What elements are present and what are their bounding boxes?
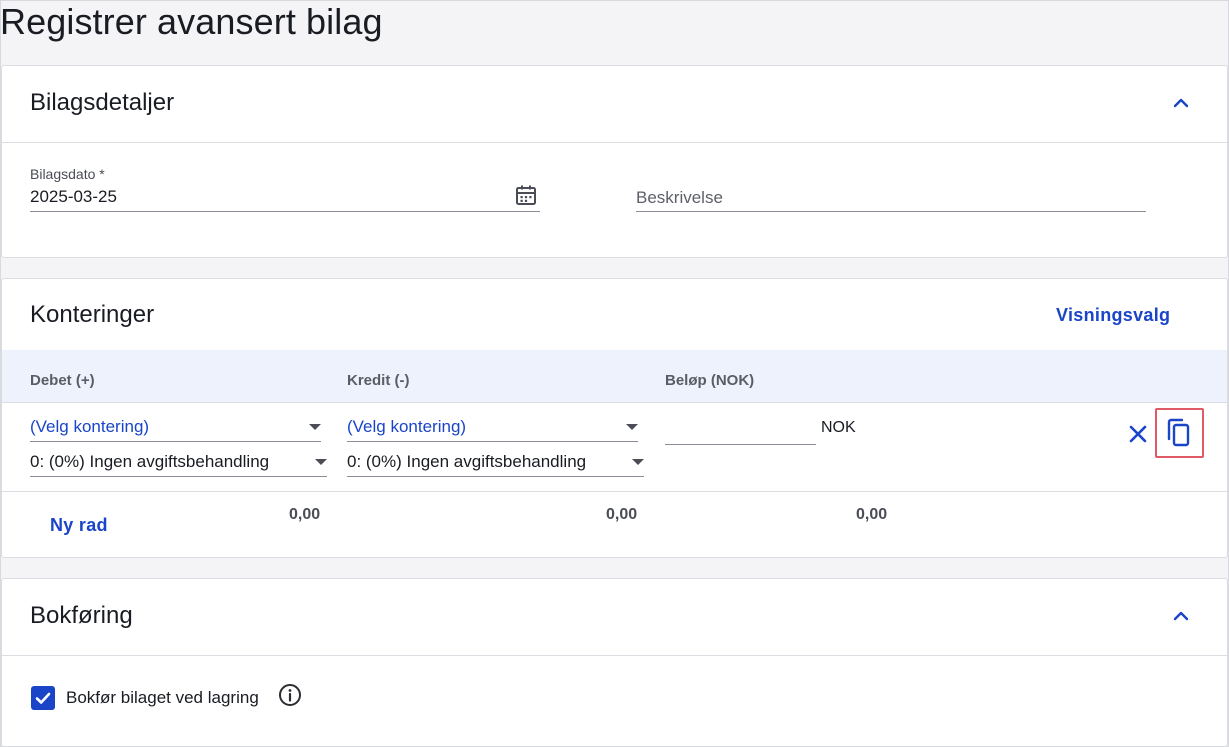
header-debet: Debet (+) — [30, 372, 95, 389]
checkmark-icon — [35, 692, 51, 704]
amount-input[interactable] — [665, 415, 816, 445]
new-row-button[interactable]: Ny rad — [50, 515, 108, 536]
close-icon[interactable] — [1127, 423, 1149, 445]
header-belop: Beløp (NOK) — [665, 372, 755, 389]
chevron-up-icon[interactable] — [1171, 93, 1191, 113]
bokforing-header[interactable]: Bokføring — [2, 579, 1227, 656]
debet-vat-select[interactable]: 0: (0%) Ingen avgiftsbehandling — [30, 447, 327, 477]
total-kredit: 0,00 — [606, 506, 638, 523]
bokforing-title: Bokføring — [30, 602, 133, 629]
debet-account-value: (Velg kontering) — [30, 417, 150, 436]
konteringer-title: Konteringer — [30, 301, 155, 328]
kredit-vat-select[interactable]: 0: (0%) Ingen avgiftsbehandling — [347, 447, 644, 477]
bokforing-section: Bokføring Bokfør bilaget ved lagring — [1, 578, 1228, 747]
page-title: Registrer avansert bilag — [0, 1, 383, 42]
post-on-save-checkbox[interactable] — [31, 686, 55, 710]
chevron-up-icon[interactable] — [1171, 606, 1191, 626]
chevron-down-icon — [315, 459, 327, 465]
description-input[interactable]: Beskrivelse — [636, 188, 723, 208]
kredit-account-value: (Velg kontering) — [347, 417, 467, 436]
copy-icon[interactable] — [1165, 418, 1193, 448]
header-kredit: Kredit (-) — [347, 372, 410, 389]
total-debet: 0,00 — [289, 506, 321, 523]
info-icon[interactable] — [278, 683, 302, 707]
view-options-button[interactable]: Visningsvalg — [1056, 305, 1170, 326]
row-divider — [2, 491, 1227, 492]
konteringer-section: Konteringer Visningsvalg Debet (+) Kredi… — [1, 278, 1228, 558]
description-underline — [636, 211, 1146, 212]
details-header[interactable]: Bilagsdetaljer — [2, 66, 1227, 143]
kredit-vat-value: 0: (0%) Ingen avgiftsbehandling — [347, 452, 587, 471]
chevron-down-icon — [626, 424, 638, 430]
kredit-account-select[interactable]: (Velg kontering) — [347, 412, 638, 442]
details-title: Bilagsdetaljer — [30, 89, 175, 116]
table-header: Debet (+) Kredit (-) Beløp (NOK) — [2, 350, 1227, 403]
date-field[interactable]: 2025-03-25 — [30, 187, 117, 207]
date-label: Bilagsdato * — [30, 166, 105, 182]
chevron-down-icon — [632, 459, 644, 465]
chevron-down-icon — [309, 424, 321, 430]
debet-account-select[interactable]: (Velg kontering) — [30, 412, 321, 442]
total-belop: 0,00 — [856, 506, 888, 523]
currency-label: NOK — [821, 419, 856, 436]
details-section: Bilagsdetaljer Bilagsdato * 2025-03-25 B… — [1, 65, 1228, 258]
post-on-save-label[interactable]: Bokfør bilaget ved lagring — [66, 688, 259, 708]
date-underline — [30, 211, 540, 212]
calendar-icon[interactable] — [514, 183, 538, 207]
debet-vat-value: 0: (0%) Ingen avgiftsbehandling — [30, 452, 270, 471]
